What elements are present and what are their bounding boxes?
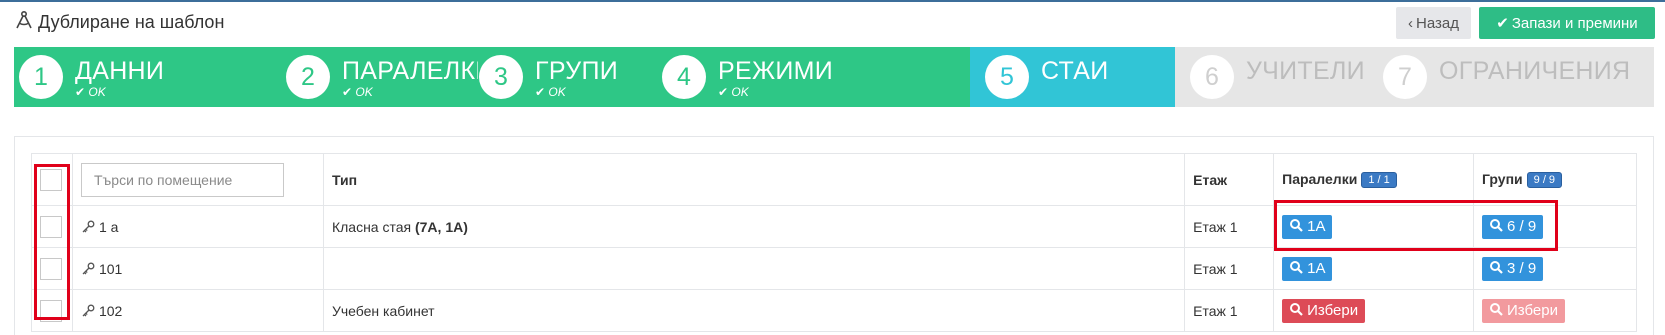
step-status: ✔ OK — [75, 85, 106, 99]
header-type: Тип — [322, 153, 1186, 206]
groups-pick-button[interactable]: Избери — [1482, 298, 1565, 323]
search-icon — [1289, 302, 1303, 320]
room-name: 101 — [98, 260, 123, 277]
step-status-text: OK — [731, 85, 749, 99]
groups-cell: 3 / 9 — [1473, 247, 1637, 290]
key-icon — [81, 304, 95, 318]
table-header-row: Тип Етаж Паралелки1 / 1 Групи9 / 9 — [31, 153, 1637, 206]
step-number: 7 — [1383, 55, 1427, 99]
header-groups-label: Групи — [1482, 171, 1523, 187]
header-classes: Паралелки 1 / 1 — [1273, 153, 1475, 206]
save-and-continue-button[interactable]: ✔ Запази и премини — [1479, 7, 1655, 39]
classes-select-button[interactable]: 1А — [1282, 256, 1333, 281]
step-title: СТАИ — [1041, 57, 1109, 85]
room-type: Класна стая — [331, 218, 412, 235]
room-name: 102 — [98, 302, 123, 319]
classes-value: Избери — [1307, 302, 1359, 319]
page-title: Дублиране на шаблон — [14, 10, 224, 35]
groups-count-badge: 9 / 9 — [1526, 172, 1563, 188]
room-cell: 1 а — [71, 205, 324, 248]
groups-value: Избери — [1507, 302, 1558, 319]
room-search-input[interactable] — [80, 162, 284, 197]
classes-count-badge: 1 / 1 — [1361, 172, 1397, 188]
table-row: 101 Етаж 1 1А 3 / 9 — [31, 247, 1637, 290]
header-classes-label: Паралелки — [1282, 171, 1358, 187]
wizard-step-modes[interactable]: 4 РЕЖИМИ ✔ OK — [662, 47, 922, 107]
step-number: 3 — [479, 55, 523, 99]
step-title: ГРУПИ — [535, 57, 618, 85]
step-status-text: OK — [548, 85, 566, 99]
step-title: РЕЖИМИ — [718, 57, 833, 85]
step-number: 2 — [286, 55, 330, 99]
classes-pick-button[interactable]: Избери — [1282, 298, 1366, 323]
classes-value: 1А — [1307, 260, 1326, 277]
step-status-text: OK — [88, 85, 106, 99]
step-status-text: OK — [355, 85, 373, 99]
step-number: 5 — [985, 55, 1029, 99]
table-row: 102 Учебен кабинет Етаж 1 Избери Избери — [31, 289, 1637, 332]
key-icon — [81, 262, 95, 276]
check-icon: ✔ — [1496, 15, 1509, 32]
top-accent-line — [0, 0, 1665, 2]
page-title-text: Дублиране на шаблон — [38, 12, 225, 32]
type-cell — [322, 247, 1186, 290]
chevron-left-icon: ‹ — [1408, 14, 1413, 32]
classes-cell: Избери — [1273, 289, 1475, 332]
groups-cell: Избери — [1473, 289, 1637, 332]
compass-icon — [14, 10, 34, 35]
type-cell: Учебен кабинет — [322, 289, 1186, 332]
header-floor: Етаж — [1184, 153, 1275, 206]
assignment-buttons-highlight — [1274, 200, 1558, 251]
wizard-step-rooms[interactable]: 5 СТАИ — [985, 47, 1165, 107]
search-icon — [1489, 302, 1503, 320]
room-name: 1 а — [98, 218, 119, 235]
step-number: 1 — [19, 55, 63, 99]
key-icon — [81, 220, 95, 234]
wizard-step-data[interactable]: 1 ДАННИ ✔ OK — [19, 47, 279, 107]
wizard-step-teachers[interactable]: 6 УЧИТЕЛИ — [1190, 47, 1370, 107]
back-button[interactable]: ‹ Назад — [1396, 7, 1471, 39]
wizard-step-groups[interactable]: 3 ГРУПИ ✔ OK — [479, 47, 659, 107]
room-type-classes: (7А, 1А) — [414, 218, 468, 235]
wizard-step-classes[interactable]: 2 ПАРАЛЕЛКИ ✔ OK — [286, 47, 478, 107]
room-cell: 101 — [71, 247, 324, 290]
room-cell: 102 — [71, 289, 324, 332]
save-button-label: Запази и премини — [1511, 14, 1638, 32]
floor-cell: Етаж 1 — [1184, 289, 1275, 332]
header-groups: Групи 9 / 9 — [1473, 153, 1637, 206]
type-cell: Класна стая (7А, 1А) — [322, 205, 1186, 248]
step-status: ✔ OK — [718, 85, 749, 99]
search-icon — [1289, 260, 1303, 278]
room-search-cell — [71, 153, 324, 206]
step-title: ПАРАЛЕЛКИ — [342, 57, 478, 85]
step-title: УЧИТЕЛИ — [1246, 57, 1365, 85]
wizard-step-constraints[interactable]: 7 ОГРАНИЧЕНИЯ — [1383, 47, 1643, 107]
room-type: Учебен кабинет — [331, 302, 435, 319]
checkbox-column-highlight — [34, 164, 70, 320]
back-button-label: Назад — [1416, 14, 1459, 32]
wizard-steps: 1 ДАННИ ✔ OK 2 ПАРАЛЕЛКИ ✔ OK 3 ГРУПИ ✔ … — [14, 47, 1654, 107]
step-number: 6 — [1190, 55, 1234, 99]
step-title: ДАННИ — [75, 57, 165, 85]
step-number: 4 — [662, 55, 706, 99]
step-status: ✔ OK — [342, 85, 373, 99]
groups-value: 3 / 9 — [1507, 260, 1537, 277]
floor-cell: Етаж 1 — [1184, 247, 1275, 290]
step-status: ✔ OK — [535, 85, 566, 99]
step-title: ОГРАНИЧЕНИЯ — [1439, 57, 1631, 85]
groups-select-button[interactable]: 3 / 9 — [1482, 256, 1544, 281]
classes-cell: 1А — [1273, 247, 1475, 290]
search-icon — [1489, 260, 1503, 278]
floor-cell: Етаж 1 — [1184, 205, 1275, 248]
